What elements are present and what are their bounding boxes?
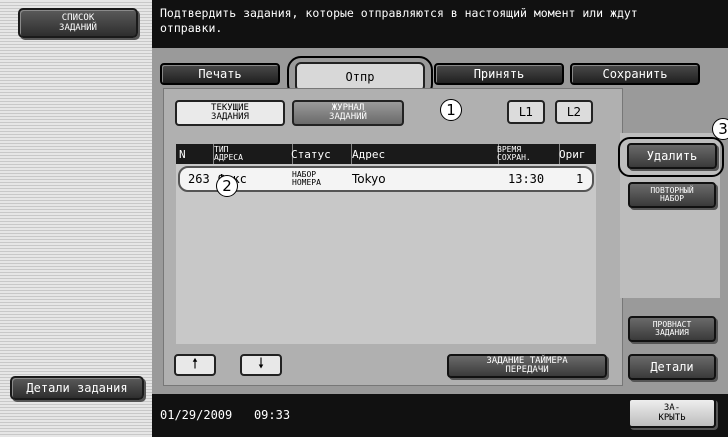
- l1-button[interactable]: L1: [507, 100, 545, 124]
- row-orig-label: 1: [576, 172, 584, 186]
- check-job-label: ПРОВНАСТ ЗАДАНИЯ: [652, 320, 692, 337]
- table-header: N ТИП АДРЕСА Статус Адрес ВРЕМЯ СОХРАН. …: [176, 144, 596, 164]
- row-status: НАБОР НОМЕРА: [292, 168, 348, 190]
- check-job-button[interactable]: ПРОВНАСТ ЗАДАНИЯ: [628, 316, 716, 342]
- redial-button[interactable]: ПОВТОРНЫЙ НАБОР: [628, 182, 716, 208]
- message-banner: Подтвердить задания, которые отправляютс…: [152, 0, 728, 48]
- footer-date: 01/29/2009: [160, 408, 233, 422]
- details-label: Детали: [650, 360, 694, 374]
- l2-label: L2: [566, 105, 582, 119]
- details-button[interactable]: Детали: [628, 354, 716, 380]
- tab-save-label: Сохранить: [602, 67, 668, 81]
- up-arrow-icon: 🠕: [191, 356, 198, 372]
- header-orig: Ориг: [556, 144, 599, 164]
- header-type-label: ТИП АДРЕСА: [214, 145, 243, 162]
- row-no-label: 263: [188, 172, 210, 186]
- callout-1-label: 1: [446, 101, 456, 119]
- delete-button[interactable]: Удалить: [627, 143, 717, 169]
- job-log-button[interactable]: ЖУРНАЛ ЗАДАНИЙ: [292, 100, 404, 126]
- header-status: Статус: [288, 144, 352, 164]
- header-time-label: ВРЕМЯ СОХРАН.: [497, 145, 531, 162]
- callout-2: 2: [216, 175, 238, 197]
- header-address-label: Адрес: [352, 147, 386, 161]
- row-address: Tokyo: [352, 168, 492, 190]
- l1-label: L1: [518, 105, 534, 119]
- callout-3-label: 3: [718, 120, 728, 138]
- callout-3: 3: [712, 118, 728, 140]
- tab-receive-label: Принять: [473, 67, 525, 81]
- l2-button[interactable]: L2: [555, 100, 593, 124]
- row-orig: 1: [576, 168, 590, 190]
- down-arrow-icon: 🠗: [257, 356, 264, 372]
- job-details-button[interactable]: Детали задания: [10, 376, 144, 400]
- tab-print-label: Печать: [198, 67, 242, 81]
- job-details-label: Детали задания: [26, 381, 128, 395]
- row-address-label: Tokyo: [352, 172, 386, 186]
- tab-send-label: Отпр: [345, 70, 375, 84]
- job-list-label: СПИСОК ЗАДАНИЙ: [59, 13, 97, 33]
- close-label: ЗА- КРЫТЬ: [658, 403, 686, 423]
- callout-1: 1: [440, 99, 462, 121]
- scroll-up-button[interactable]: 🠕: [174, 354, 216, 376]
- header-type: ТИП АДРЕСА: [210, 144, 293, 164]
- current-jobs-label: ТЕКУЩИЕ ЗАДАНИЯ: [211, 103, 249, 122]
- row-time-label: 13:30: [508, 172, 545, 186]
- tab-save[interactable]: Сохранить: [570, 63, 700, 85]
- row-status-label: НАБОР НОМЕРА: [292, 170, 321, 187]
- banner-message: Подтвердить задания, которые отправляютс…: [160, 6, 638, 35]
- footer-time: 09:33: [253, 408, 291, 422]
- current-jobs-button[interactable]: ТЕКУЩИЕ ЗАДАНИЯ: [175, 100, 285, 126]
- header-address: Адрес: [348, 144, 499, 164]
- scroll-down-button[interactable]: 🠗: [240, 354, 282, 376]
- header-status-label: Статус: [291, 147, 331, 161]
- sidebar: [0, 0, 152, 437]
- close-button[interactable]: ЗА- КРЫТЬ: [628, 398, 716, 428]
- datetime: 01/29/2009 09:33: [160, 408, 290, 422]
- header-time: ВРЕМЯ СОХРАН.: [494, 144, 560, 164]
- row-time: 13:30: [508, 168, 558, 190]
- job-log-label: ЖУРНАЛ ЗАДАНИЙ: [329, 103, 367, 122]
- job-list-button[interactable]: СПИСОК ЗАДАНИЙ: [18, 8, 138, 38]
- header-no-label: N: [179, 147, 186, 161]
- timer-job-label: ЗАДАНИЕ ТАЙМЕРА ПЕРЕДАЧИ: [486, 356, 568, 375]
- header-orig-label: Ориг: [559, 147, 586, 161]
- tab-print[interactable]: Печать: [160, 63, 280, 85]
- tab-receive[interactable]: Принять: [434, 63, 564, 85]
- table-row[interactable]: 263 Факс НАБОР НОМЕРА Tokyo 13:30 1: [178, 166, 594, 192]
- row-no: 263: [188, 168, 214, 190]
- callout-2-label: 2: [222, 177, 232, 195]
- redial-label: ПОВТОРНЫЙ НАБОР: [650, 186, 694, 203]
- delete-label: Удалить: [646, 149, 698, 163]
- timer-job-button[interactable]: ЗАДАНИЕ ТАЙМЕРА ПЕРЕДАЧИ: [447, 354, 607, 378]
- header-no: N: [176, 144, 214, 164]
